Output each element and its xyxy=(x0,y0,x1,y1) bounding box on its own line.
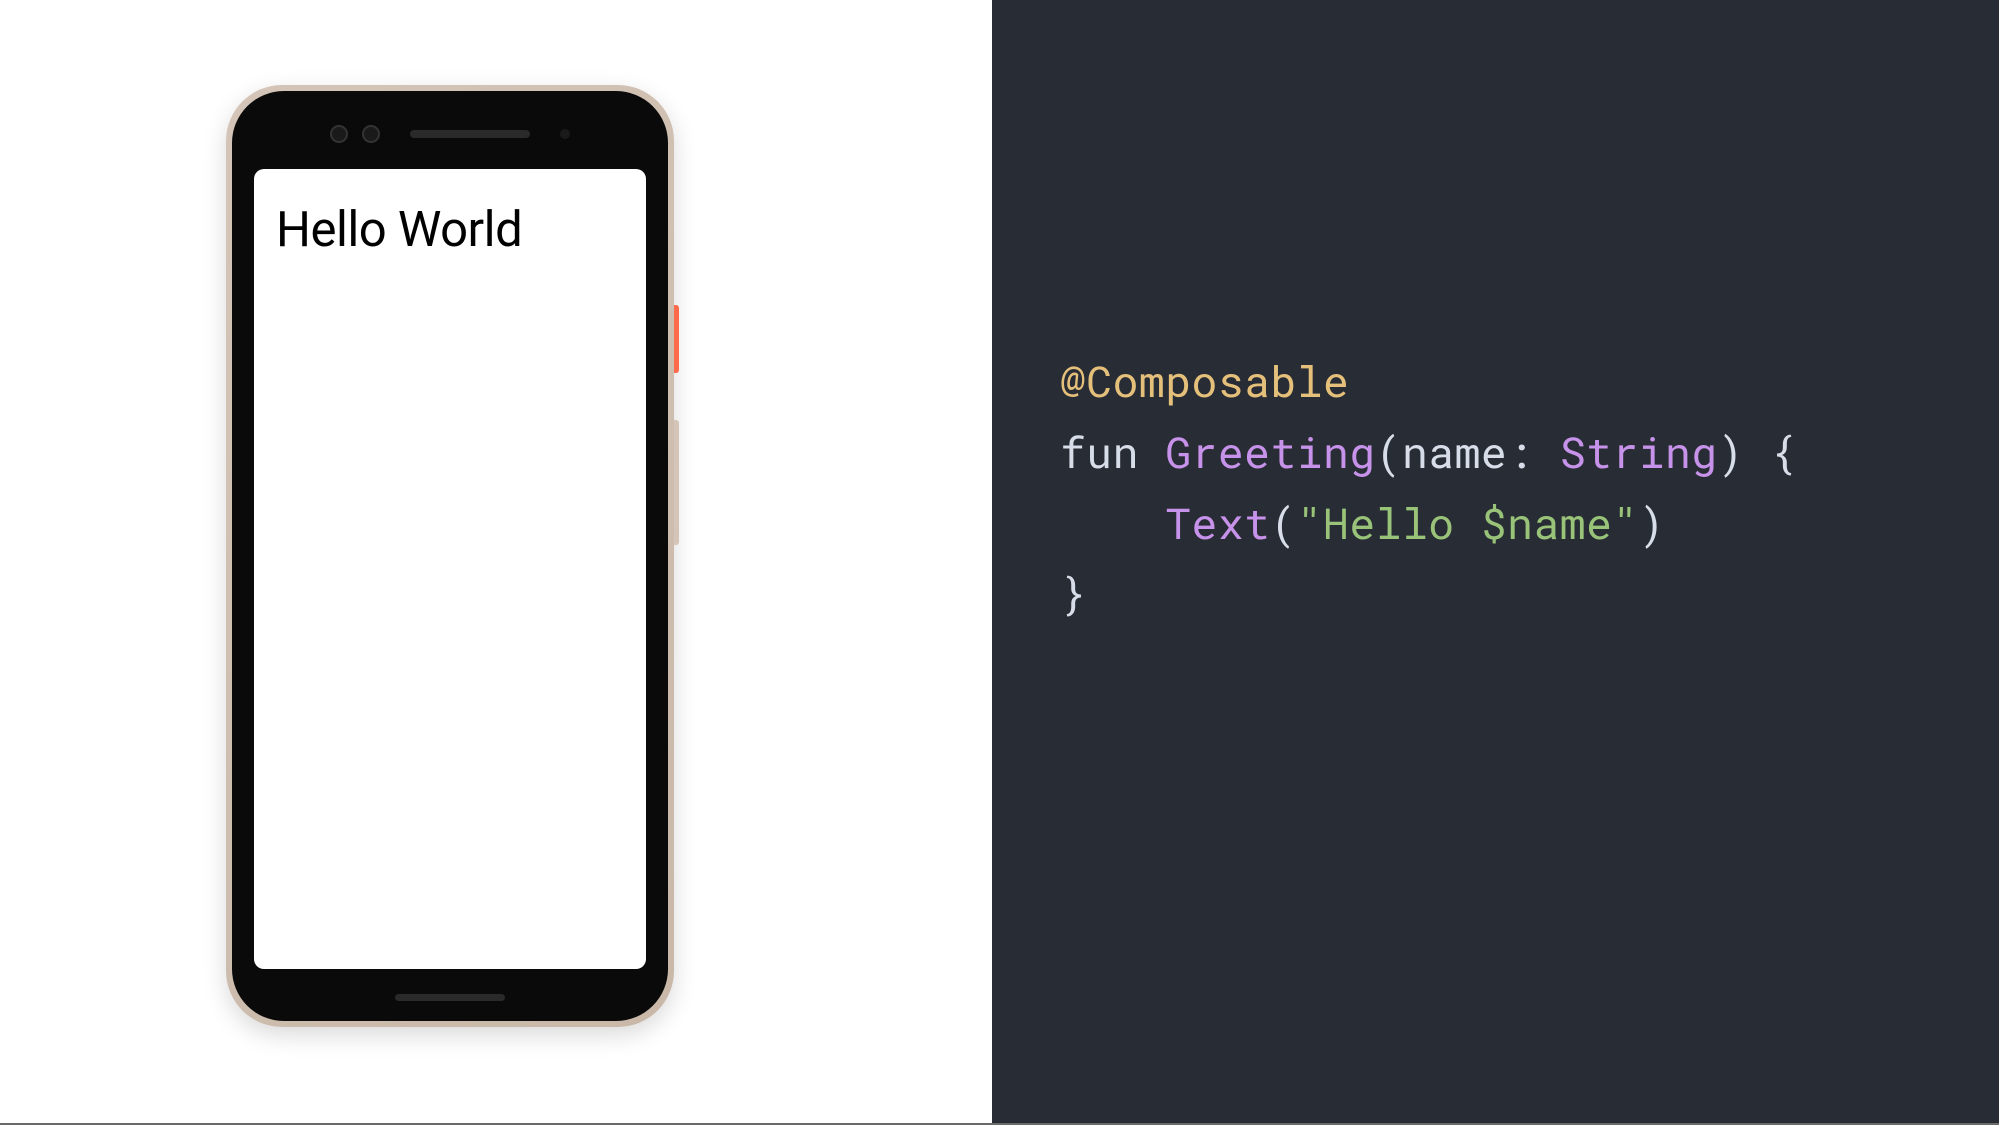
speaker-icon xyxy=(410,130,530,138)
camera-icon xyxy=(330,125,348,143)
code-indent xyxy=(1060,494,1165,551)
code-call: Text xyxy=(1165,494,1270,551)
sensor-icon xyxy=(560,129,570,139)
code-string: "Hello $name" xyxy=(1297,494,1639,551)
code-keyword: fun xyxy=(1060,423,1139,480)
phone-screen: Hello World xyxy=(254,169,646,969)
code-block: @Composable fun Greeting(name: String) {… xyxy=(1060,346,1999,630)
code-param-type: String xyxy=(1560,423,1718,480)
phone-mockup: Hello World xyxy=(226,85,674,1027)
greeting-text: Hello World xyxy=(276,201,624,258)
code-function-name: Greeting xyxy=(1165,423,1375,480)
phone-volume-button-icon xyxy=(674,420,679,545)
code-punct: ( xyxy=(1270,494,1296,551)
phone-bezel: Hello World xyxy=(232,91,668,1021)
code-punct: ) xyxy=(1718,423,1744,480)
code-space xyxy=(1534,423,1560,480)
code-param-name: name xyxy=(1402,423,1507,480)
code-brace: } xyxy=(1060,564,1086,621)
code-punct: ) xyxy=(1639,494,1665,551)
phone-power-button-icon xyxy=(674,305,679,373)
bottom-speaker-icon xyxy=(395,994,505,1001)
phone-top-sensors xyxy=(232,111,668,156)
code-punct: : xyxy=(1507,423,1533,480)
code-brace: { xyxy=(1744,423,1797,480)
code-panel: @Composable fun Greeting(name: String) {… xyxy=(992,0,1999,1125)
code-punct: ( xyxy=(1376,423,1402,480)
preview-panel: Hello World xyxy=(0,0,992,1125)
code-annotation: @Composable xyxy=(1060,352,1349,409)
camera-icon xyxy=(362,125,380,143)
